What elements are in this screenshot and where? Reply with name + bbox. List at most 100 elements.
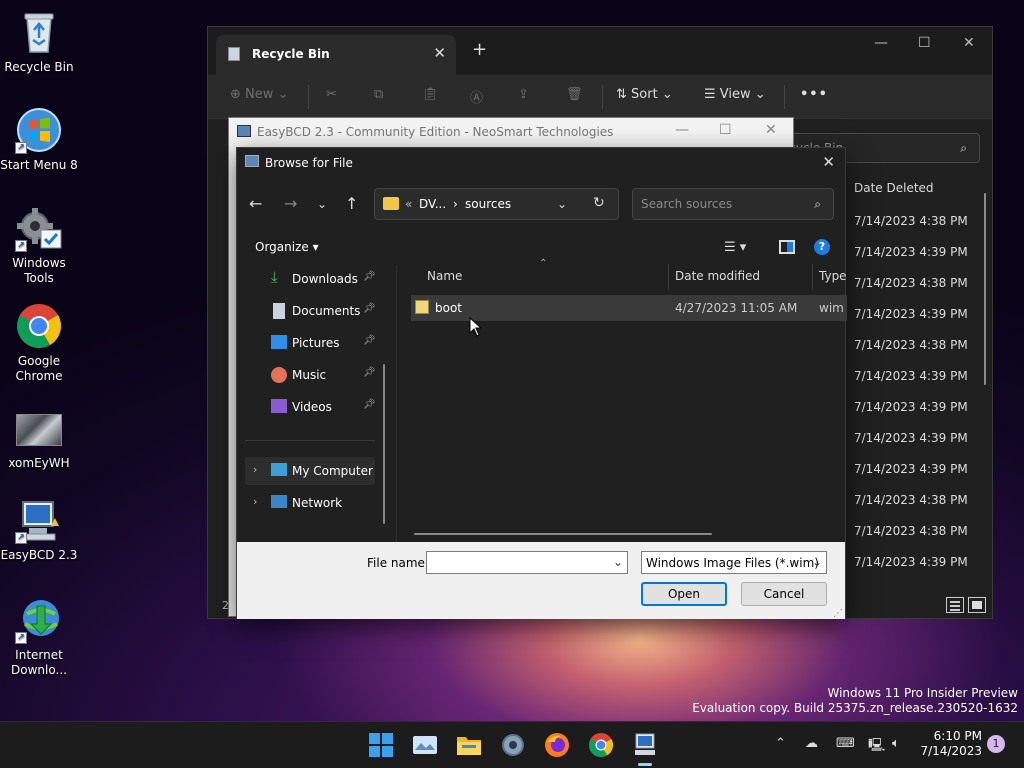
easybcd-minimize-icon[interactable]: — [675, 122, 689, 138]
firefox-icon[interactable] [544, 732, 570, 758]
new-button[interactable]: ⊕ New ⌄ [230, 87, 288, 102]
file-name-dropdown-icon[interactable]: ⌄ [613, 555, 623, 569]
new-tab-icon[interactable]: + [472, 39, 487, 60]
desktop-icon-windows-tools[interactable]: ↗ Windows Tools [0, 204, 78, 286]
command-bar: ⊕ New ⌄ ✂ ⧉ 📋︎ Ⓐ ⇪ 🗑︎ ⇅ Sort ⌄ ☰ View ⌄ … [208, 75, 992, 119]
more-options-icon[interactable]: ••• [800, 87, 828, 102]
evaluation-watermark: Windows 11 Pro Insider Preview Evaluatio… [692, 686, 1018, 716]
new-label: New [245, 87, 274, 102]
nav-item-downloads[interactable]: ⤓ Downloads 📌︎ [253, 265, 376, 293]
nav-item-network[interactable]: › Network [245, 489, 375, 517]
large-icons-view-icon[interactable] [968, 597, 986, 613]
desktop-icon-label: Recycle Bin [4, 60, 74, 74]
sort-button[interactable]: ⇅ Sort ⌄ [616, 87, 673, 102]
copy-icon[interactable]: ⧉ [374, 87, 383, 102]
recent-locations-chevron-icon[interactable]: ⌄ [317, 197, 327, 211]
column-header-date-modified[interactable]: Date modified [675, 269, 760, 283]
maximize-icon[interactable]: ☐ [918, 35, 931, 51]
tab-recycle-bin[interactable]: Recycle Bin ✕ [216, 35, 456, 75]
file-type-dropdown-icon[interactable]: ⌄ [812, 555, 822, 569]
expand-chevron-icon[interactable]: › [253, 495, 257, 508]
desktop-icon-label: Start Menu 8 [0, 158, 78, 172]
easybcd-maximize-icon[interactable]: ☐ [719, 122, 732, 138]
close-window-icon[interactable]: ✕ [963, 35, 975, 51]
desktop-icon-google-chrome[interactable]: Google Chrome [0, 302, 78, 384]
refresh-icon[interactable]: ↻ [593, 195, 605, 211]
browse-for-file-dialog[interactable]: Browse for File ✕ ← → ⌄ ↑ « DV... › sour… [236, 147, 847, 619]
address-dropdown-icon[interactable]: ⌄ [557, 197, 567, 211]
file-name-input[interactable]: ⌄ [426, 551, 628, 574]
shortcut-arrow-icon: ↗ [15, 532, 27, 544]
change-view-icon[interactable]: ☰ ▾ [724, 240, 746, 255]
easybcd-close-icon[interactable]: ✕ [765, 122, 777, 138]
address-overflow[interactable]: « [405, 197, 412, 211]
date-deleted-cell: 7/14/2023 4:38 PM [854, 524, 968, 538]
search-sources-input[interactable]: Search sources ⌕ [632, 188, 834, 220]
start-button-icon[interactable] [368, 732, 394, 758]
desktop-icon-recycle-bin[interactable]: Recycle Bin [0, 8, 78, 75]
nav-item-documents[interactable]: Documents 📌︎ [253, 297, 376, 325]
desktop-icon-internet-download-manager[interactable]: ↗ Internet Downlo... [0, 596, 78, 678]
preview-pane-icon[interactable] [779, 240, 795, 254]
nav-label: My Computer [292, 464, 373, 478]
onedrive-cloud-icon[interactable]: ☁ [805, 736, 818, 751]
close-tab-icon[interactable]: ✕ [433, 44, 446, 62]
date-deleted-cell: 7/14/2023 4:39 PM [854, 400, 968, 414]
settings-gear-icon[interactable] [500, 732, 526, 758]
back-arrow-icon[interactable]: ← [249, 194, 262, 213]
cancel-button[interactable]: Cancel [741, 582, 827, 606]
nav-label: Pictures [292, 336, 340, 350]
show-hidden-icons-chevron[interactable]: ⌃ [775, 736, 786, 751]
widgets-icon[interactable] [412, 732, 438, 758]
address-bar[interactable]: « DV... › sources ⌄ ↻ [374, 188, 619, 220]
easybcd-taskbar-icon[interactable] [632, 732, 658, 758]
help-icon[interactable]: ? [814, 239, 830, 255]
network-status-icon[interactable]: 🖳︎ [868, 736, 885, 758]
nav-item-my-computer[interactable]: › My Computer [245, 457, 375, 485]
nav-pane-scrollbar[interactable] [383, 364, 385, 524]
breadcrumb-dvd[interactable]: DV... [419, 197, 446, 211]
forward-arrow-icon[interactable]: → [284, 194, 297, 213]
vertical-scrollbar[interactable] [984, 193, 986, 385]
rename-icon[interactable]: Ⓐ [470, 87, 483, 106]
details-view-icon[interactable] [946, 597, 964, 613]
tab-bar: Recycle Bin ✕ + — ☐ ✕ [208, 27, 992, 75]
nav-item-videos[interactable]: Videos 📌︎ [253, 393, 376, 421]
desktop-icon-easybcd[interactable]: ↗ EasyBCD 2.3 [0, 496, 78, 563]
dialog-close-icon[interactable]: ✕ [822, 153, 835, 171]
expand-chevron-icon[interactable]: › [253, 463, 257, 476]
open-button[interactable]: Open [641, 582, 727, 606]
keyboard-icon[interactable]: ⌨ [836, 736, 855, 751]
file-type-select[interactable]: Windows Image Files (*.wim) ⌄ [641, 551, 827, 574]
desktop-icon-xomeywh[interactable]: xomEyWH [0, 414, 78, 471]
delete-icon[interactable]: 🗑︎ [566, 87, 583, 102]
organize-button[interactable]: Organize ▾ [255, 240, 319, 254]
computer-icon [271, 463, 287, 476]
share-icon[interactable]: ⇪ [518, 87, 529, 102]
nav-item-pictures[interactable]: Pictures 📌︎ [253, 329, 376, 357]
notification-badge[interactable]: 1 [987, 735, 1005, 753]
dialog-app-icon [245, 155, 259, 167]
view-button[interactable]: ☰ View ⌄ [704, 87, 766, 102]
breadcrumb-sources[interactable]: sources [465, 197, 511, 211]
desktop-icon-start-menu-8[interactable]: ↗ Start Menu 8 [0, 106, 78, 173]
downloads-icon: ⤓ [271, 268, 278, 286]
file-name-label: File name: [367, 556, 429, 570]
file-explorer-icon[interactable] [456, 732, 482, 758]
minimize-icon[interactable]: — [874, 35, 888, 51]
system-clock[interactable]: 6:10 PM 7/14/2023 [920, 729, 982, 759]
nav-label: Documents [292, 304, 361, 318]
paste-icon[interactable]: 📋︎ [422, 87, 439, 102]
volume-icon[interactable]: 🔈︎ [892, 736, 900, 751]
dialog-title: Browse for File [265, 156, 353, 170]
image-thumbnail-icon [16, 414, 62, 446]
up-arrow-icon[interactable]: ↑ [345, 194, 358, 213]
chrome-taskbar-icon[interactable] [588, 732, 614, 758]
resize-grip-icon[interactable]: ⋰ [833, 608, 843, 619]
column-header-type[interactable]: Type [819, 269, 847, 283]
nav-item-music[interactable]: Music 📌︎ [253, 361, 376, 389]
cut-icon[interactable]: ✂ [326, 87, 337, 102]
column-header-date-deleted[interactable]: Date Deleted [854, 181, 934, 195]
column-header-name[interactable]: Name [427, 269, 462, 283]
horizontal-scrollbar[interactable] [414, 533, 712, 535]
